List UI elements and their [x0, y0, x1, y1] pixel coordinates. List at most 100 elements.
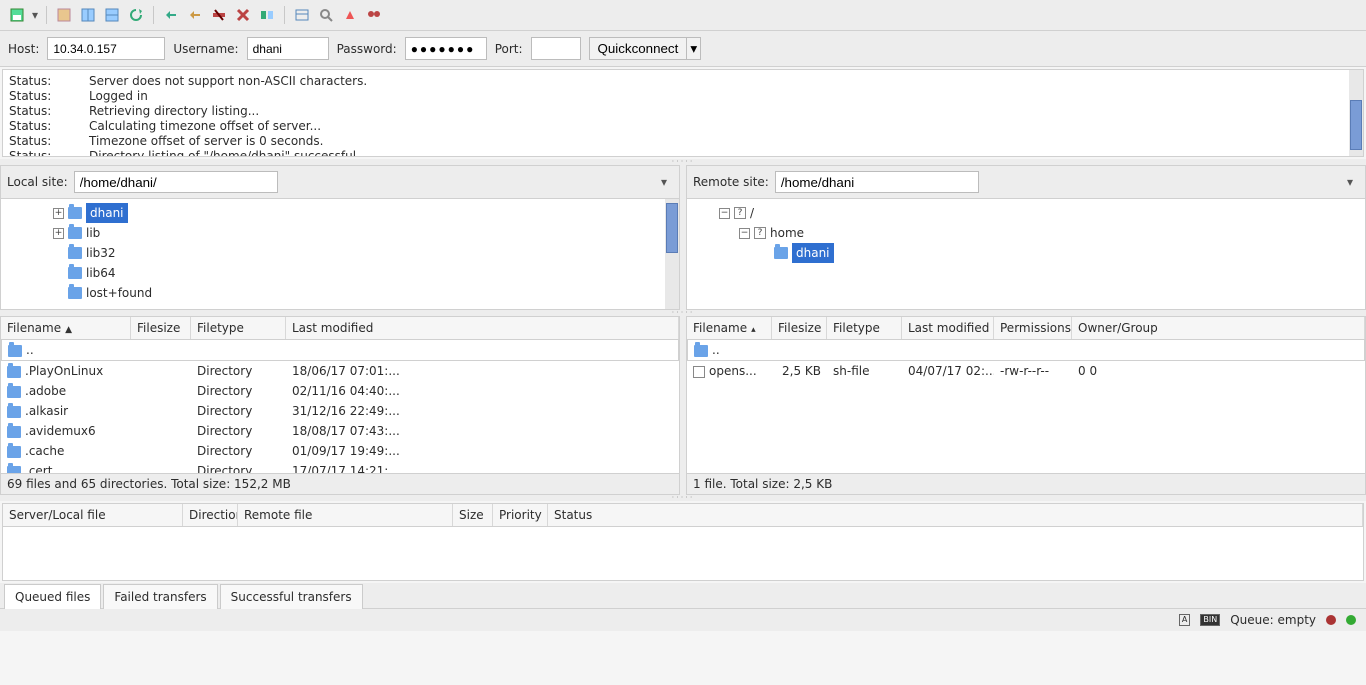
tree-label: lib: [86, 223, 100, 243]
log-msg: Directory listing of "/home/dhani" succe…: [89, 149, 356, 157]
remote-file-header[interactable]: Filename▴ Filesize Filetype Last modifie…: [687, 317, 1365, 340]
local-path-input[interactable]: [74, 171, 278, 193]
tree-node[interactable]: dhani: [689, 243, 1363, 263]
password-label: Password:: [337, 42, 397, 56]
site-manager-icon[interactable]: [6, 4, 28, 26]
file-row[interactable]: .certDirectory17/07/17 14:21:...: [1, 461, 679, 473]
folder-icon: [68, 207, 82, 219]
queue-tabs: Queued files Failed transfers Successful…: [0, 583, 1366, 608]
file-row[interactable]: .alkasirDirectory31/12/16 22:49:...: [1, 401, 679, 421]
log-key: Status:: [9, 74, 59, 89]
sort-asc-icon: ▴: [751, 325, 756, 335]
port-label: Port:: [495, 42, 523, 56]
log-key: Status:: [9, 89, 59, 104]
folder-icon: [7, 386, 21, 398]
filter-icon[interactable]: [315, 4, 337, 26]
remote-path-input[interactable]: [775, 171, 979, 193]
process-queue-icon[interactable]: [160, 4, 182, 26]
folder-icon: [8, 345, 22, 357]
toggle-tree-icon[interactable]: [77, 4, 99, 26]
folder-icon: [694, 345, 708, 357]
folder-icon: [7, 426, 21, 438]
remote-file-list[interactable]: Filename▴ Filesize Filetype Last modifie…: [686, 316, 1366, 474]
log-msg: Logged in: [89, 89, 148, 104]
folder-icon: [68, 287, 82, 299]
local-up-dir[interactable]: ..: [1, 340, 679, 361]
local-site-label: Local site:: [7, 175, 68, 189]
tree-node[interactable]: + dhani: [3, 203, 677, 223]
compare-icon[interactable]: [256, 4, 278, 26]
username-input[interactable]: [247, 37, 329, 60]
local-tree[interactable]: + dhani + liblib32lib64lost+found: [0, 198, 680, 310]
tree-label: home: [770, 223, 804, 243]
main-toolbar: ▾: [0, 0, 1366, 31]
expander-icon[interactable]: −: [719, 208, 730, 219]
refresh-icon[interactable]: [125, 4, 147, 26]
tree-node[interactable]: lib64: [3, 263, 677, 283]
activity-recv-icon: [1326, 615, 1336, 625]
folder-icon: [68, 227, 82, 239]
remote-site-label: Remote site:: [693, 175, 769, 189]
log-msg: Timezone offset of server is 0 seconds.: [89, 134, 323, 149]
find-icon[interactable]: [363, 4, 385, 26]
local-file-list[interactable]: Filename▲ Filesize Filetype Last modifie…: [0, 316, 680, 474]
remote-status: 1 file. Total size: 2,5 KB: [686, 474, 1366, 495]
log-scrollbar[interactable]: [1349, 70, 1363, 156]
splitter-horizontal-3[interactable]: ·····: [0, 495, 1366, 501]
site-manager-dropdown-icon[interactable]: ▾: [30, 8, 40, 22]
toggle-log-icon[interactable]: [53, 4, 75, 26]
port-input[interactable]: [531, 37, 581, 60]
log-msg: Retrieving directory listing...: [89, 104, 259, 119]
remote-tree[interactable]: −?/−?homedhani: [686, 198, 1366, 310]
sort-asc-icon: ▲: [65, 325, 72, 335]
folder-icon: [7, 366, 21, 378]
tab-queued[interactable]: Queued files: [4, 584, 101, 609]
directory-compare-icon[interactable]: [339, 4, 361, 26]
queue-header[interactable]: Server/Local file Direction Remote file …: [3, 504, 1363, 527]
log-key: Status:: [9, 104, 59, 119]
tree-label: dhani: [86, 203, 128, 223]
log-key: Status:: [9, 149, 59, 157]
quickconnect-button[interactable]: Quickconnect: [589, 37, 688, 60]
expander-icon[interactable]: +: [53, 208, 64, 219]
file-row[interactable]: opens...2,5 KBsh-file04/07/17 02:...-rw-…: [687, 361, 1365, 381]
toggle-queue-icon[interactable]: [101, 4, 123, 26]
tree-label: lib64: [86, 263, 116, 283]
activity-send-icon: [1346, 615, 1356, 625]
checkbox-icon[interactable]: [693, 366, 705, 378]
quickconnect-dropdown-icon[interactable]: ▾: [687, 37, 701, 60]
tree-node[interactable]: lib32: [3, 243, 677, 263]
disconnect-icon[interactable]: [208, 4, 230, 26]
folder-icon: [7, 446, 21, 458]
local-file-header[interactable]: Filename▲ Filesize Filetype Last modifie…: [1, 317, 679, 340]
tab-success[interactable]: Successful transfers: [220, 584, 363, 609]
cancel-icon[interactable]: [184, 4, 206, 26]
sync-browse-icon[interactable]: [291, 4, 313, 26]
tree-node[interactable]: −?home: [689, 223, 1363, 243]
transfer-queue: Server/Local file Direction Remote file …: [2, 503, 1364, 581]
tree-node[interactable]: −?/: [689, 203, 1363, 223]
file-row[interactable]: .cacheDirectory01/09/17 19:49:...: [1, 441, 679, 461]
file-row[interactable]: .PlayOnLinuxDirectory18/06/17 07:01:...: [1, 361, 679, 381]
expander-icon[interactable]: −: [739, 228, 750, 239]
remote-up-dir[interactable]: ..: [687, 340, 1365, 361]
quickconnect-bar: Host: Username: Password: Port: Quickcon…: [0, 31, 1366, 67]
host-input[interactable]: [47, 37, 165, 60]
local-tree-scrollbar[interactable]: [665, 199, 679, 309]
tree-node[interactable]: lost+found: [3, 283, 677, 303]
tree-label: dhani: [792, 243, 834, 263]
folder-icon: [68, 247, 82, 259]
folder-icon: [7, 406, 21, 418]
tree-node[interactable]: + lib: [3, 223, 677, 243]
log-key: Status:: [9, 119, 59, 134]
tab-failed[interactable]: Failed transfers: [103, 584, 217, 609]
local-pane: Local site: + dhani + liblib32lib64lost+fou…: [0, 165, 680, 310]
status-bar: A BIN Queue: empty: [0, 608, 1366, 631]
file-row[interactable]: .adobeDirectory02/11/16 04:40:...: [1, 381, 679, 401]
host-label: Host:: [8, 42, 39, 56]
password-input[interactable]: [405, 37, 487, 60]
reconnect-icon[interactable]: [232, 4, 254, 26]
tree-label: lib32: [86, 243, 116, 263]
expander-icon[interactable]: +: [53, 228, 64, 239]
file-row[interactable]: .avidemux6Directory18/08/17 07:43:...: [1, 421, 679, 441]
